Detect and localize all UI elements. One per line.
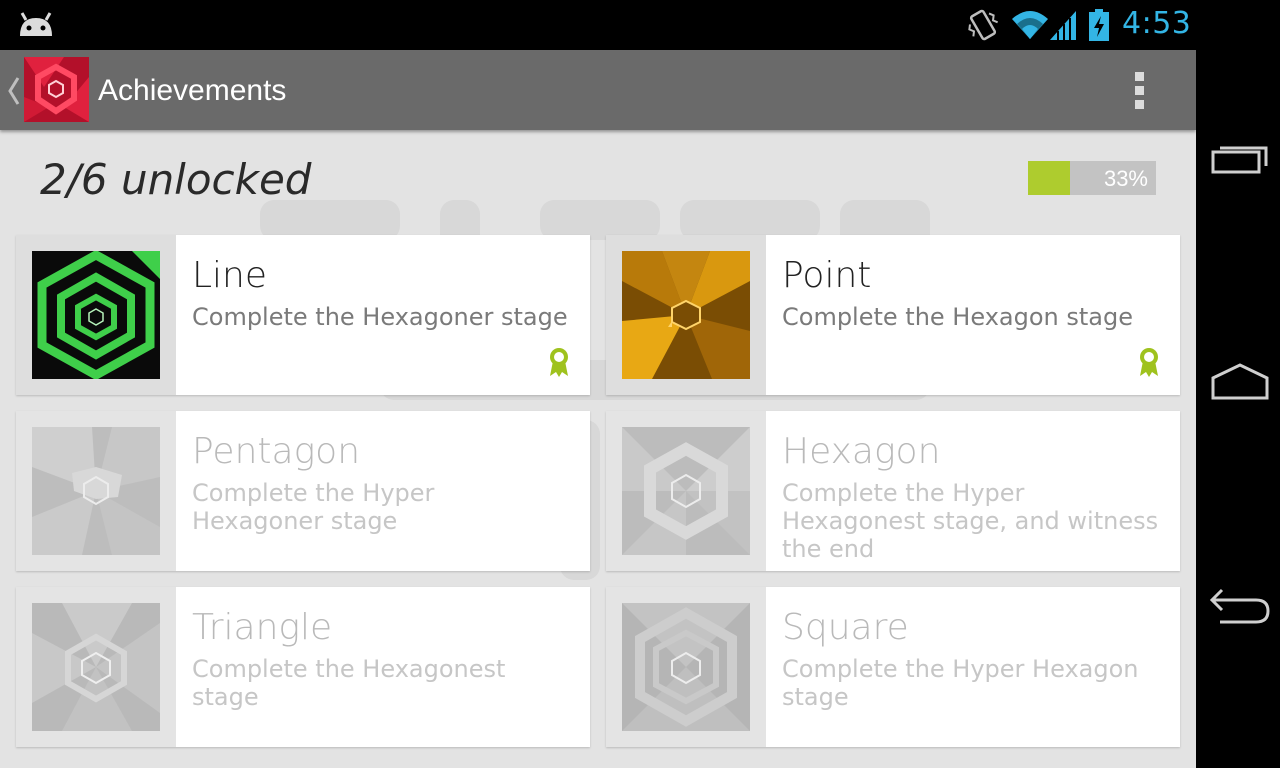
- achievement-card-hexagon[interactable]: Hexagon Complete the Hyper Hexagonest st…: [606, 411, 1180, 571]
- achievement-title: Line: [192, 255, 268, 296]
- vibrate-icon: [966, 8, 1000, 47]
- achievement-card-line[interactable]: Line Complete the Hexagoner stage: [16, 235, 590, 395]
- achievement-progress-bar: 33%: [1028, 161, 1156, 195]
- pentagon-stage-icon: [32, 427, 160, 555]
- achievement-card-triangle[interactable]: Triangle Complete the Hexagonest stage: [16, 587, 590, 747]
- achievement-title: Hexagon: [782, 431, 941, 472]
- navigation-bar: [1196, 0, 1280, 768]
- achievement-title: Triangle: [192, 607, 333, 648]
- overflow-menu-icon[interactable]: [1126, 68, 1154, 112]
- point-stage-icon: [622, 251, 750, 379]
- achievement-description: Complete the Hexagon stage: [782, 303, 1133, 331]
- achievement-title: Point: [782, 255, 872, 296]
- line-stage-icon: [32, 251, 160, 379]
- award-ribbon-icon: [1138, 347, 1160, 382]
- achievement-thumb-frame: [16, 411, 176, 571]
- android-notification-icon: [16, 10, 56, 45]
- achievement-description: Complete the Hexagoner stage: [192, 303, 568, 331]
- achievement-thumb-frame: [606, 587, 766, 747]
- progress-fill: [1028, 161, 1071, 195]
- achievement-description: Complete the Hexagonest stage: [192, 655, 506, 711]
- achievements-screen: Achievements 2/6 unlocked 33% Line Compl…: [0, 50, 1196, 768]
- app-hexagon-icon[interactable]: [24, 57, 89, 122]
- achievement-card-point[interactable]: Point Complete the Hexagon stage: [606, 235, 1180, 395]
- recents-icon[interactable]: [1210, 140, 1270, 185]
- achievement-description: Complete the Hyper Hexagonest stage, and…: [782, 479, 1159, 563]
- signal-icon: [1048, 9, 1078, 46]
- page-title: Achievements: [98, 74, 287, 107]
- hexagon-stage-icon: [622, 427, 750, 555]
- up-caret-icon[interactable]: [6, 76, 20, 111]
- status-bar: 4:53: [0, 0, 1196, 50]
- achievement-description: Complete the Hyper Hexagoner stage: [192, 479, 435, 535]
- achievement-thumb-frame: [606, 411, 766, 571]
- action-bar: Achievements: [0, 50, 1196, 130]
- achievement-card-square[interactable]: Square Complete the Hyper Hexagon stage: [606, 587, 1180, 747]
- square-stage-icon: [622, 603, 750, 731]
- triangle-stage-icon: [32, 603, 160, 731]
- achievement-thumb-frame: [606, 235, 766, 395]
- status-clock: 4:53: [1122, 6, 1192, 41]
- achievement-title: Pentagon: [192, 431, 361, 472]
- achievement-thumb-frame: [16, 235, 176, 395]
- award-ribbon-icon: [548, 347, 570, 382]
- back-icon[interactable]: [1208, 584, 1272, 633]
- battery-charging-icon: [1088, 8, 1110, 47]
- unlocked-count: 2/6 unlocked: [40, 155, 312, 204]
- achievement-card-pentagon[interactable]: Pentagon Complete the Hyper Hexagoner st…: [16, 411, 590, 571]
- wifi-icon: [1010, 9, 1050, 46]
- home-icon[interactable]: [1210, 360, 1270, 405]
- achievement-description: Complete the Hyper Hexagon stage: [782, 655, 1139, 711]
- achievement-title: Square: [782, 607, 909, 648]
- progress-percent: 33%: [1103, 166, 1148, 191]
- achievement-thumb-frame: [16, 587, 176, 747]
